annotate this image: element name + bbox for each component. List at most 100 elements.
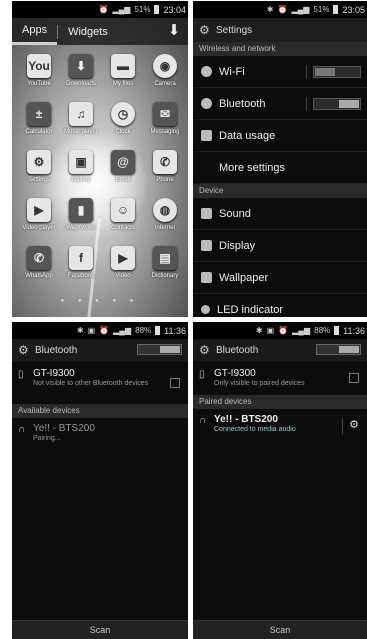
section-header-paired: Paired devices [193,395,367,409]
data-usage-icon [201,130,212,141]
data-usage-label: Data usage [219,129,276,142]
device-row-bts200[interactable]: ∩ Ye!! - BTS200 Pairing... [12,419,188,447]
alarm-icon: ⏰ [278,326,289,335]
app-contacts[interactable]: ☺ Contacts [102,198,144,246]
settings-gear-icon[interactable]: ⚙ [199,344,211,356]
app-envelope[interactable]: ✉ Messaging [144,102,186,150]
settings-action-bar: ⚙ Settings [193,18,367,42]
battery-icon [155,326,161,335]
app-folder[interactable]: ▬ My files [102,54,144,102]
app-whatsapp[interactable]: ✆ WhatsApp [18,246,60,294]
visibility-checkbox[interactable] [349,373,359,383]
app-email[interactable]: @ Email [102,150,144,198]
app-video-clip[interactable]: ▮ Web/Video [60,198,102,246]
app-calculator[interactable]: ± Calculator [18,102,60,150]
video-camera-icon: ▶ [111,246,135,270]
app-music[interactable]: ♫ Music player [60,102,102,150]
signal-icon: ▂▄▆ [112,5,131,14]
app-gear[interactable]: ⚙ Settings [18,150,60,198]
toggle-divider [306,96,307,111]
settings-row-display[interactable]: Display [193,230,367,262]
app-globe[interactable]: ◍ Internet [144,198,186,246]
battery-percent: 88% [314,326,331,335]
device-status: Connected to media audio [214,426,296,433]
app-label: Settings [28,177,50,183]
section-header-wireless: Wireless and network [193,42,367,56]
app-label: Internet [154,225,176,231]
video-icon: ▶ [27,198,51,222]
tab-widgets[interactable]: Widgets [58,18,118,45]
tab-apps[interactable]: Apps [12,18,58,45]
bluetooth-toggle[interactable] [137,344,182,355]
bluetooth-connected-icon: ✱ [255,326,263,335]
app-download[interactable]: ⬇ Downloads [60,54,102,102]
sound-icon [201,208,212,219]
app-drawer-screen: ⏰ ▂▄▆ 51% 23:04 Apps Widgets ⬇ You YouTub… [12,1,188,317]
facebook-icon: f [69,246,93,270]
app-youtube[interactable]: You YouTube [18,54,60,102]
download-icon[interactable]: ⬇ [166,22,182,40]
bluetooth-toggle[interactable] [313,97,361,110]
page-indicator: ● ● ● ● ● [60,298,140,304]
app-label: Contacts [111,225,135,231]
app-label: Messaging [150,129,180,135]
app-label: Email [115,177,131,183]
app-video[interactable]: ▶ Video player [18,198,60,246]
app-label: Downloads [66,81,96,87]
wallpaper-icon [201,272,212,283]
app-clock[interactable]: ◷ Clock [102,102,144,150]
settings-row-wallpaper[interactable]: Wallpaper [193,262,367,294]
scan-button[interactable]: Scan [12,620,188,639]
headphones-icon: ∩ [199,415,207,426]
visibility-checkbox[interactable] [170,378,180,388]
app-dictionary[interactable]: ▤ Dictionary [144,246,186,294]
settings-row-wifi[interactable]: Wi-Fi [193,56,367,88]
gear-icon: ⚙ [27,150,51,174]
app-camera[interactable]: ◉ Camera [144,54,186,102]
display-icon [201,240,212,251]
settings-row-data-usage[interactable]: Data usage [193,120,367,152]
battery-icon [154,5,160,14]
app-phone[interactable]: ✆ Phone [144,150,186,198]
status-time: 11:36 [343,325,365,336]
settings-gear-icon[interactable]: ⚙ [18,344,30,356]
phone-icon: ▯ [18,369,24,380]
page-title: Bluetooth [35,344,78,356]
device-settings-icon[interactable]: ⚙ [349,418,359,431]
bluetooth-status-icon: ✱ [76,326,84,335]
app-gallery[interactable]: ▣ Gallery [60,150,102,198]
screenshot-icon: ▣ [266,326,275,335]
wifi-toggle[interactable] [313,65,361,78]
alarm-icon: ⏰ [277,5,288,14]
app-facebook[interactable]: f Facebook [60,246,102,294]
app-drawer-tabs: Apps Widgets [12,18,188,45]
status-time: 23:04 [163,4,186,15]
app-label: Gallery [71,177,91,183]
settings-row-led[interactable]: LED indicator [193,294,367,317]
folder-icon: ▬ [111,54,135,78]
headphones-icon: ∩ [18,424,26,435]
calculator-icon: ± [27,102,51,126]
settings-row-bluetooth[interactable]: Bluetooth [193,88,367,120]
camera-icon: ◉ [153,54,177,78]
bluetooth-toggle[interactable] [316,344,361,355]
settings-row-sound[interactable]: Sound [193,198,367,230]
visibility-status: Not visible to other Bluetooth devices [33,380,149,387]
settings-gear-icon: ⚙ [199,23,210,37]
scan-button[interactable]: Scan [193,620,367,639]
alarm-icon: ⏰ [98,5,109,14]
own-device-row[interactable]: ▯ GT-I9300 Only visible to paired device… [193,364,367,392]
toggle-divider [306,64,307,79]
own-device-row[interactable]: ▯ GT-I9300 Not visible to other Bluetoot… [12,364,188,392]
page-title: Bluetooth [216,344,259,356]
dictionary-icon: ▤ [153,246,177,270]
settings-row-more-settings[interactable]: More settings [193,152,367,184]
wallpaper-label: Wallpaper [219,271,269,284]
alarm-icon: ⏰ [99,326,110,335]
app-video-camera[interactable]: ▶ Video [102,246,144,294]
device-row-bts200[interactable]: ∩ Ye!! - BTS200 Connected to media audio… [193,410,367,438]
battery-icon [333,5,339,14]
page-title: Settings [216,24,253,36]
visibility-status: Only visible to paired devices [214,380,305,387]
sound-label: Sound [219,207,251,220]
